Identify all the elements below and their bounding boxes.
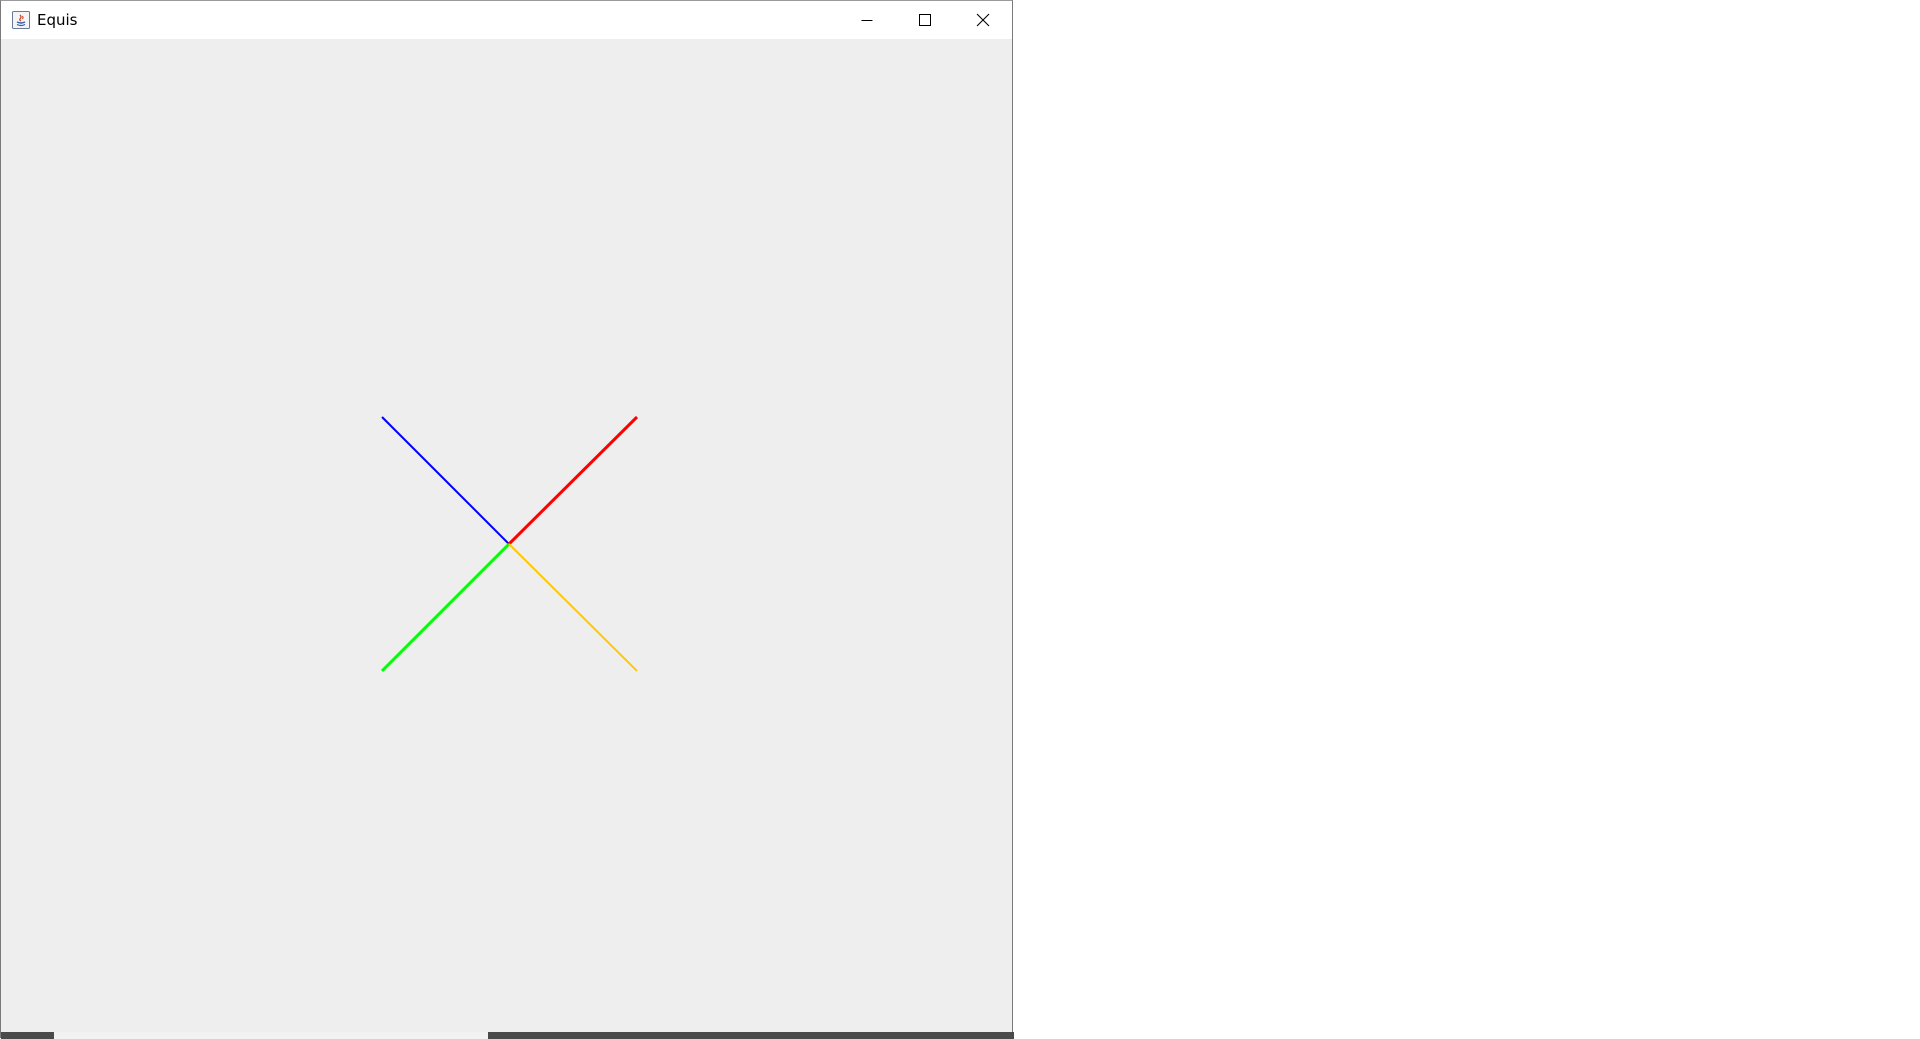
close-icon — [976, 13, 990, 27]
maximize-icon — [919, 14, 931, 26]
maximize-button[interactable] — [896, 1, 954, 39]
orange-line — [508, 543, 638, 672]
minimize-icon — [861, 20, 873, 21]
java-app-icon[interactable] — [11, 10, 31, 30]
drawing-canvas — [1, 39, 1012, 1038]
close-button[interactable] — [954, 1, 1012, 39]
blue-line — [381, 416, 510, 545]
green-line — [380, 542, 511, 673]
minimize-button[interactable] — [838, 1, 896, 39]
title-bar[interactable]: Equis — [1, 1, 1012, 39]
x-drawing — [380, 415, 639, 673]
window-title: Equis — [37, 11, 78, 29]
red-line — [507, 415, 639, 546]
app-window: Equis — [0, 0, 1014, 1039]
window-controls — [838, 1, 1012, 39]
